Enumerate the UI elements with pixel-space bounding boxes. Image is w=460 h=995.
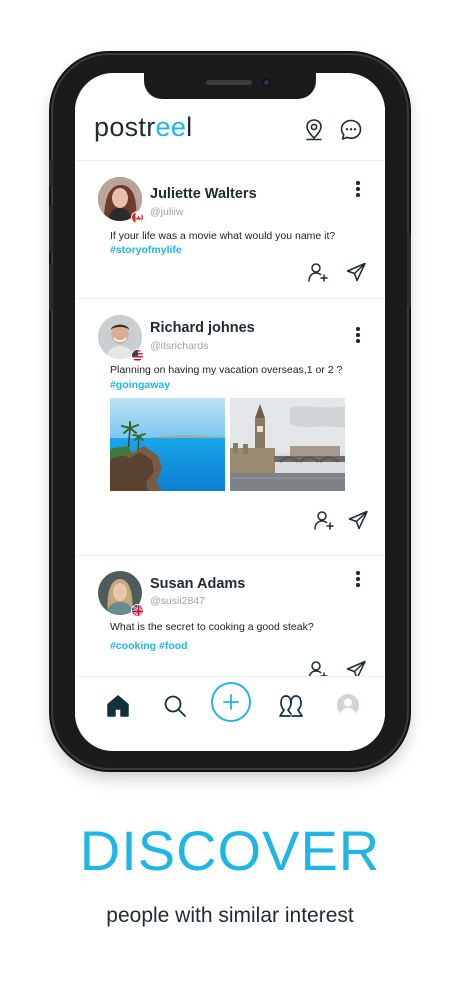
headline: DISCOVER xyxy=(79,819,381,882)
subheadline: people with similar interest xyxy=(106,904,354,927)
post-card: Richard johnes @itsrichards Planning on … xyxy=(75,299,385,555)
tropical-cliff-ocean-photo[interactable] xyxy=(110,398,225,491)
post-text: Planning on having my vacation overseas,… xyxy=(110,364,343,376)
author-name[interactable]: Susan Adams xyxy=(150,576,245,592)
post-hashtags[interactable]: #goingaway xyxy=(110,379,170,391)
front-camera xyxy=(262,78,271,87)
volume-down-button xyxy=(49,263,53,311)
bottom-tab-bar xyxy=(75,676,385,751)
power-button xyxy=(407,233,411,307)
chat-bubble-icon[interactable] xyxy=(338,117,364,143)
app-logo[interactable]: postreel xyxy=(94,112,192,143)
add-post-icon xyxy=(223,694,239,710)
follow-user-icon[interactable] xyxy=(307,659,329,676)
volume-up-button xyxy=(49,205,53,253)
people-icon[interactable] xyxy=(277,692,305,720)
flag-canada-icon xyxy=(131,211,144,224)
share-send-icon[interactable] xyxy=(345,261,367,283)
author-handle[interactable]: @itsrichards xyxy=(150,340,209,352)
more-options-icon[interactable] xyxy=(352,327,364,345)
author-handle[interactable]: @juliiw xyxy=(150,206,183,218)
post-card: Susan Adams @susii2847 What is the secre… xyxy=(75,556,385,676)
app-header: postreel xyxy=(75,99,385,161)
author-name[interactable]: Richard johnes xyxy=(150,320,255,336)
author-name[interactable]: Juliette Walters xyxy=(150,186,257,202)
profile-icon[interactable] xyxy=(337,694,359,716)
add-post-button[interactable] xyxy=(211,682,251,722)
phone-frame: postreel Juliette Walters @juliiw If you… xyxy=(49,55,411,768)
flag-uk-icon xyxy=(131,604,144,617)
follow-user-icon[interactable] xyxy=(307,261,329,283)
follow-user-icon[interactable] xyxy=(313,509,335,531)
mute-switch xyxy=(49,160,53,186)
share-send-icon[interactable] xyxy=(347,509,369,531)
post-hashtags[interactable]: #storyofmylife xyxy=(110,244,182,256)
logo-text-accent: ee xyxy=(155,112,187,142)
more-options-icon[interactable] xyxy=(352,181,364,199)
logo-text-prefix: postr xyxy=(94,112,156,142)
logo-text-suffix: l xyxy=(186,112,193,142)
flag-usa-icon xyxy=(131,349,144,362)
post-feed[interactable]: Juliette Walters @juliiw If your life wa… xyxy=(75,161,385,676)
home-icon[interactable] xyxy=(104,692,132,720)
london-big-ben-photo[interactable] xyxy=(230,398,345,491)
share-send-icon[interactable] xyxy=(345,659,367,676)
author-handle[interactable]: @susii2847 xyxy=(150,595,205,607)
post-card: Juliette Walters @juliiw If your life wa… xyxy=(75,161,385,298)
phone-screen: postreel Juliette Walters @juliiw If you… xyxy=(75,73,385,751)
post-text: What is the secret to cooking a good ste… xyxy=(110,621,314,633)
notch xyxy=(144,73,316,99)
search-icon[interactable] xyxy=(161,692,189,720)
post-hashtags[interactable]: #cooking #food xyxy=(110,640,188,652)
post-text: If your life was a movie what would you … xyxy=(110,230,336,242)
location-pin-icon[interactable] xyxy=(301,117,327,143)
more-options-icon[interactable] xyxy=(352,571,364,589)
speaker-grille xyxy=(206,80,252,85)
